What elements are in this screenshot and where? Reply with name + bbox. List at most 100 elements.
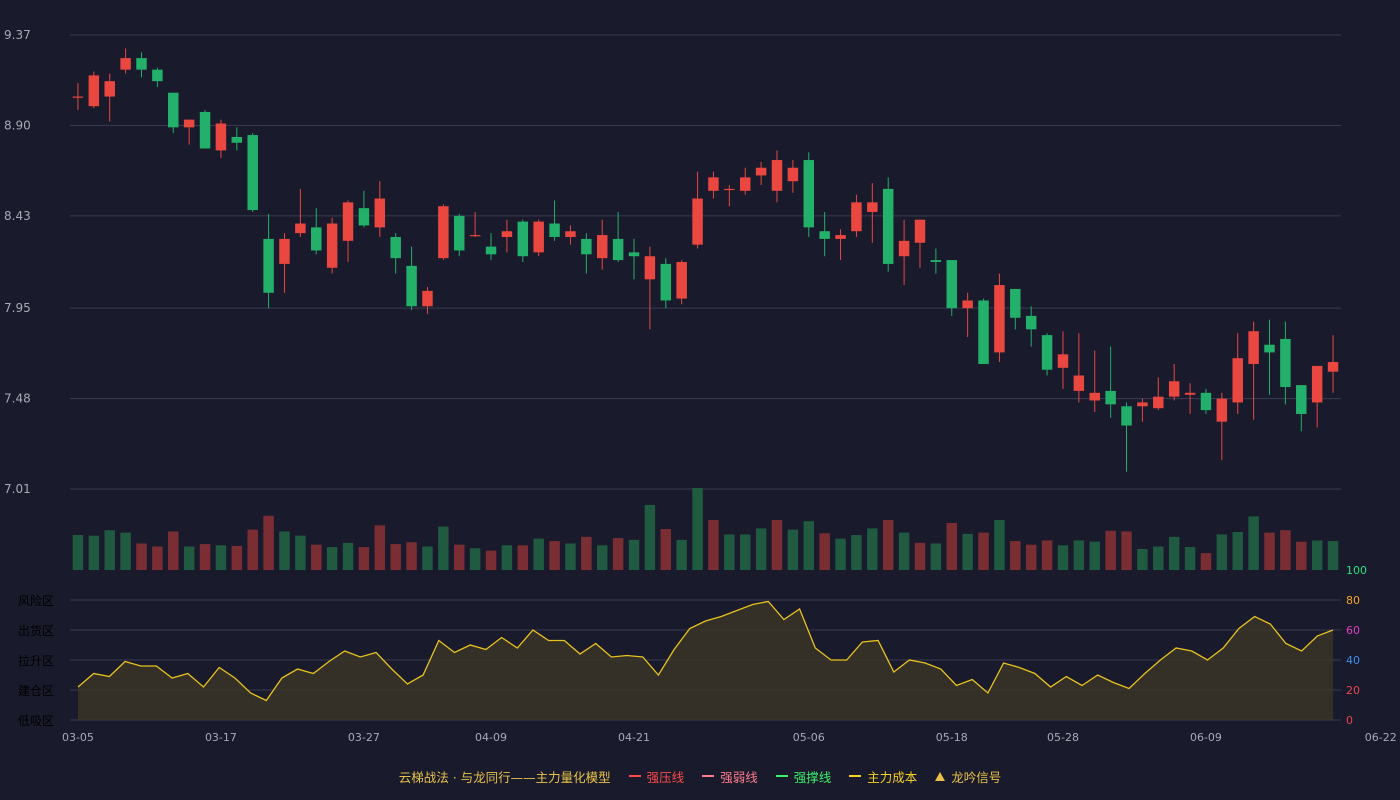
volume-bar (1232, 532, 1243, 570)
volume-bar (406, 542, 417, 570)
candle-body (136, 58, 147, 70)
volume-bar (501, 545, 513, 570)
volume-bar (263, 515, 274, 570)
dashed-line-icon (702, 775, 715, 777)
volume-bar (1153, 546, 1164, 570)
candle-body (1025, 315, 1037, 330)
x-tick-label: 03-27 (348, 731, 380, 744)
candle-body (914, 219, 926, 243)
candle-body (1121, 406, 1132, 426)
candle-body (168, 92, 179, 128)
stock-chart: 9.37 8.90 8.43 7.95 7.48 7.01 100 80 60 40 20 0 03-0… (4, 28, 1397, 744)
volume-bar (1089, 541, 1100, 570)
volume-bar (819, 533, 830, 570)
volume-bars (72, 488, 1339, 570)
volume-bar (199, 544, 211, 570)
candle-body (708, 177, 719, 191)
candle-body (962, 300, 973, 309)
y-tick-label: 7.01 (4, 482, 31, 496)
candle-body (358, 208, 370, 226)
legend-item-strength[interactable]: 强弱线 (702, 767, 758, 786)
candle-body (311, 227, 322, 251)
volume-bar (596, 545, 608, 570)
volume-bar (1041, 540, 1053, 570)
candle-body (771, 160, 783, 191)
candle-body (374, 198, 386, 228)
volume-bar (914, 542, 926, 570)
indicator-y-tick-label: 100 (1346, 564, 1367, 577)
volume-bar (311, 544, 322, 570)
indicator-y-tick-label: 0 (1346, 714, 1353, 727)
price-grid: 9.37 8.90 8.43 7.95 7.48 7.01 (4, 28, 1341, 496)
volume-bar (104, 530, 115, 570)
candle-body (819, 231, 830, 239)
candle-body (501, 231, 513, 237)
candle-body (946, 260, 957, 309)
candle-body (612, 238, 624, 261)
volume-bar (183, 546, 195, 570)
candle-body (1105, 390, 1116, 405)
candle-body (120, 58, 131, 70)
candle-body (390, 236, 401, 259)
candle-body (406, 265, 417, 307)
candle-body (724, 188, 735, 191)
volume-bar (565, 543, 576, 570)
volume-bar (787, 529, 799, 570)
volume-bar (168, 531, 179, 570)
volume-bar (724, 534, 735, 570)
candle-body (247, 135, 258, 211)
candle-body (422, 290, 433, 307)
zone-label-accumulate: 建仓区 (17, 684, 54, 698)
candle-body (835, 235, 846, 239)
candle-body (867, 202, 878, 212)
volume-bar (454, 544, 465, 570)
volume-bar (88, 535, 100, 570)
volume-bar (136, 543, 147, 570)
candle-body (454, 215, 465, 251)
volume-bar (1280, 530, 1291, 570)
legend-item-main-cost[interactable]: 主力成本 (849, 767, 917, 786)
volume-bar (390, 544, 401, 570)
candle-body (1010, 288, 1021, 318)
dashed-line-icon (849, 775, 862, 777)
candle-body (263, 238, 274, 293)
volume-bar (358, 547, 370, 570)
solid-line-icon (775, 775, 788, 777)
volume-bar (1264, 532, 1275, 570)
volume-bar (692, 488, 703, 570)
candle-body (104, 81, 115, 97)
y-tick-label: 8.90 (4, 118, 31, 132)
volume-bar (279, 531, 290, 570)
x-tick-label: 05-06 (793, 731, 825, 744)
volume-bar (374, 525, 386, 570)
indicator-y-tick-label: 80 (1346, 594, 1360, 607)
volume-bar (1327, 541, 1339, 570)
volume-bar (851, 535, 862, 570)
volume-bar (930, 543, 942, 570)
candle-body (279, 238, 290, 264)
candle-body (1168, 381, 1180, 397)
indicator-y-tick-label: 60 (1346, 624, 1360, 637)
candle-body (152, 69, 163, 82)
legend-item-signal[interactable]: 龙吟信号 (935, 767, 1001, 786)
volume-bar (835, 538, 846, 570)
volume-bar (342, 542, 354, 570)
legend-item-resistance[interactable]: 强压线 (628, 767, 684, 786)
volume-bar (628, 539, 640, 570)
x-tick-label: 04-09 (475, 731, 507, 744)
chart-legend: 云梯战法 · 与龙同行——主力量化模型 强压线 强弱线 强撑线 主力成本 龙吟信… (0, 765, 1400, 787)
volume-bar (1121, 531, 1132, 570)
indicator-area (78, 601, 1333, 720)
indicator-panel: 100 80 60 40 20 0 (70, 564, 1367, 727)
x-tick-label: 03-05 (62, 731, 94, 744)
candle-body (1280, 338, 1291, 388)
candle-body (199, 111, 211, 149)
x-axis: 03-05 03-17 03-27 04-09 04-21 05-06 05-18 05-28… (62, 731, 1397, 744)
candle-body (215, 123, 227, 151)
candle-body (755, 167, 767, 176)
legend-item-support[interactable]: 强撑线 (775, 767, 831, 786)
volume-bar (1296, 541, 1307, 570)
volume-bar (422, 546, 433, 570)
candle-body (438, 206, 449, 259)
candle-body (692, 198, 703, 245)
